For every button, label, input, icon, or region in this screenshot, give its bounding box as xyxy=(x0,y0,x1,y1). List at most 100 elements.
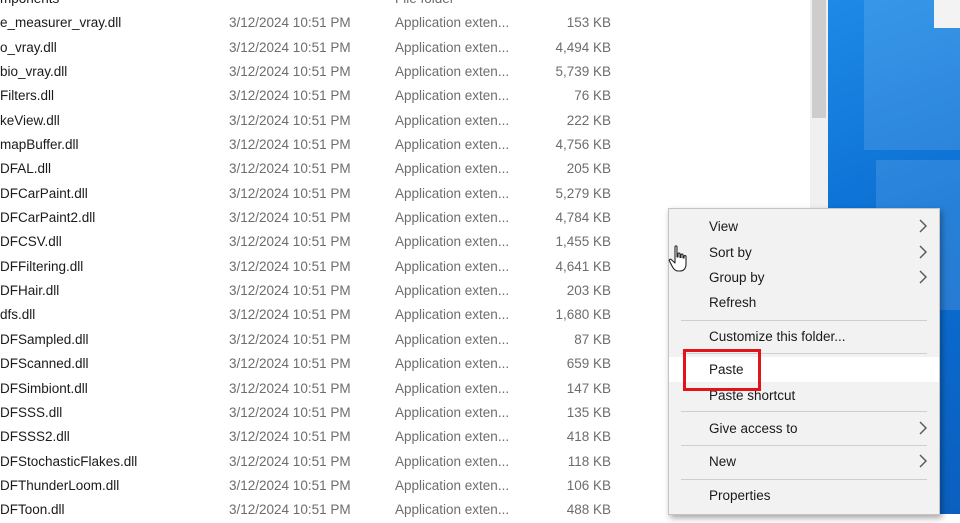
file-row[interactable]: mapBuffer.dll 3/12/2024 10:51 PM Applicati… xyxy=(0,133,810,157)
menu-item-new[interactable]: New xyxy=(669,449,939,474)
file-size: 135 KB xyxy=(566,404,611,420)
file-type: Application exten... xyxy=(395,429,510,445)
file-date-modified: 3/12/2024 10:51 PM xyxy=(229,404,351,420)
file-type: Application exten... xyxy=(395,137,510,153)
file-size: 118 KB xyxy=(567,453,611,469)
file-type: Application exten... xyxy=(395,356,510,372)
file-date-modified: 3/12/2024 10:51 PM xyxy=(229,15,351,31)
file-name: DFCarPaint.dll xyxy=(0,185,88,201)
file-type: Application exten... xyxy=(395,502,510,518)
file-type: Application exten... xyxy=(395,112,510,128)
file-size: 418 KB xyxy=(566,429,611,445)
file-name: DFThunderLoom.dll xyxy=(0,477,120,493)
file-size: 147 KB xyxy=(566,380,611,396)
menu-item-customize-folder[interactable]: Customize this folder... xyxy=(669,324,939,349)
file-type: Application exten... xyxy=(395,234,510,250)
file-type: Application exten... xyxy=(395,88,510,104)
file-date-modified: 3/12/2024 10:51 PM xyxy=(229,502,351,518)
file-date-modified: 3/12/2024 10:51 PM xyxy=(229,234,351,250)
file-size: 5,739 KB xyxy=(555,64,611,80)
file-date-modified: 3/12/2024 10:51 PM xyxy=(229,380,351,396)
file-name: DFScanned.dll xyxy=(0,356,89,372)
file-row[interactable]: mponents File folder xyxy=(0,0,810,11)
file-size: 488 KB xyxy=(566,502,611,518)
file-name: DFSampled.dll xyxy=(0,331,89,347)
file-type: Application exten... xyxy=(395,258,510,274)
chevron-right-icon xyxy=(919,245,927,259)
file-type: Application exten... xyxy=(395,210,510,226)
file-size: 205 KB xyxy=(566,161,611,177)
file-date-modified: 3/12/2024 10:51 PM xyxy=(229,210,351,226)
menu-separator xyxy=(681,411,927,412)
file-size: 87 KB xyxy=(574,331,611,347)
file-date-modified: 3/12/2024 10:51 PM xyxy=(229,137,351,153)
file-date-modified: 3/12/2024 10:51 PM xyxy=(229,112,351,128)
menu-item-properties[interactable]: Properties xyxy=(669,483,939,508)
menu-item-view[interactable]: View xyxy=(669,214,939,239)
file-row[interactable]: e_measurer_vray.dll 3/12/2024 10:51 PM App… xyxy=(0,11,810,35)
file-name: DFStochasticFlakes.dll xyxy=(0,453,138,469)
file-type: File folder xyxy=(395,0,454,6)
file-name: DFSSS.dll xyxy=(0,404,63,420)
file-type: Application exten... xyxy=(395,331,510,347)
menu-item-label: New xyxy=(709,454,737,469)
file-name: DFSSS2.dll xyxy=(0,429,70,445)
file-type: Application exten... xyxy=(395,185,510,201)
file-date-modified: 3/12/2024 10:51 PM xyxy=(229,64,351,80)
paste-highlight-box xyxy=(683,349,761,391)
menu-item-label: View xyxy=(709,219,739,234)
file-name: DFCarPaint2.dll xyxy=(0,210,96,226)
file-date-modified: 3/12/2024 10:51 PM xyxy=(229,429,351,445)
file-size: 203 KB xyxy=(566,283,611,299)
file-type: Application exten... xyxy=(395,283,510,299)
file-size: 659 KB xyxy=(566,356,611,372)
file-name: mapBuffer.dll xyxy=(0,137,79,153)
file-type: Application exten... xyxy=(395,380,510,396)
file-row[interactable]: o_vray.dll 3/12/2024 10:51 PM Application … xyxy=(0,36,810,60)
file-name: mponents xyxy=(0,0,59,6)
chevron-right-icon xyxy=(919,421,927,435)
file-row[interactable]: DFAL.dll 3/12/2024 10:51 PM Application ex… xyxy=(0,157,810,181)
file-date-modified: 3/12/2024 10:51 PM xyxy=(229,307,351,323)
file-type: Application exten... xyxy=(395,307,510,323)
file-name: DFCSV.dll xyxy=(0,234,62,250)
file-type: Application exten... xyxy=(395,64,510,80)
scrollbar-thumb[interactable] xyxy=(812,0,826,118)
menu-item-label: Customize this folder... xyxy=(709,329,846,344)
file-size: 4,641 KB xyxy=(555,258,611,274)
file-name: e_measurer_vray.dll xyxy=(0,15,122,31)
file-name: DFSimbiont.dll xyxy=(0,380,88,396)
file-name: DFToon.dll xyxy=(0,502,65,518)
menu-item-give-access[interactable]: Give access to xyxy=(669,416,939,441)
chevron-right-icon xyxy=(919,454,927,468)
menu-separator xyxy=(681,320,927,321)
file-size: 153 KB xyxy=(566,15,611,31)
menu-item-refresh[interactable]: Refresh xyxy=(669,290,939,315)
chevron-right-icon xyxy=(919,219,927,233)
file-size: 4,756 KB xyxy=(555,137,611,153)
file-type: Application exten... xyxy=(395,15,510,31)
file-name: DFHair.dll xyxy=(0,283,60,299)
file-date-modified: 3/12/2024 10:51 PM xyxy=(229,356,351,372)
file-row[interactable]: DFCarPaint.dll 3/12/2024 10:51 PM Applicat… xyxy=(0,182,810,206)
file-row[interactable]: keView.dll 3/12/2024 10:51 PM Application … xyxy=(0,109,810,133)
menu-item-group-by[interactable]: Group by xyxy=(669,265,939,290)
file-size: 4,784 KB xyxy=(555,210,611,226)
file-row[interactable]: Filters.dll 3/12/2024 10:51 PM Application… xyxy=(0,84,810,108)
file-size: 4,494 KB xyxy=(555,39,611,55)
menu-separator xyxy=(681,479,927,480)
file-type: Application exten... xyxy=(395,453,510,469)
menu-separator xyxy=(681,445,927,446)
file-name: DFFiltering.dll xyxy=(0,258,84,274)
file-name: dfs.dll xyxy=(0,307,36,323)
file-size: 1,455 KB xyxy=(555,234,611,250)
file-size: 106 KB xyxy=(566,477,611,493)
file-type: Application exten... xyxy=(395,161,510,177)
menu-item-sort-by[interactable]: Sort by xyxy=(669,240,939,265)
file-type: Application exten... xyxy=(395,477,510,493)
file-row[interactable]: bio_vray.dll 3/12/2024 10:51 PM Applicatio… xyxy=(0,60,810,84)
file-date-modified: 3/12/2024 10:51 PM xyxy=(229,453,351,469)
file-name: DFAL.dll xyxy=(0,161,52,177)
chevron-right-icon xyxy=(919,270,927,284)
menu-item-label: Refresh xyxy=(709,295,757,310)
